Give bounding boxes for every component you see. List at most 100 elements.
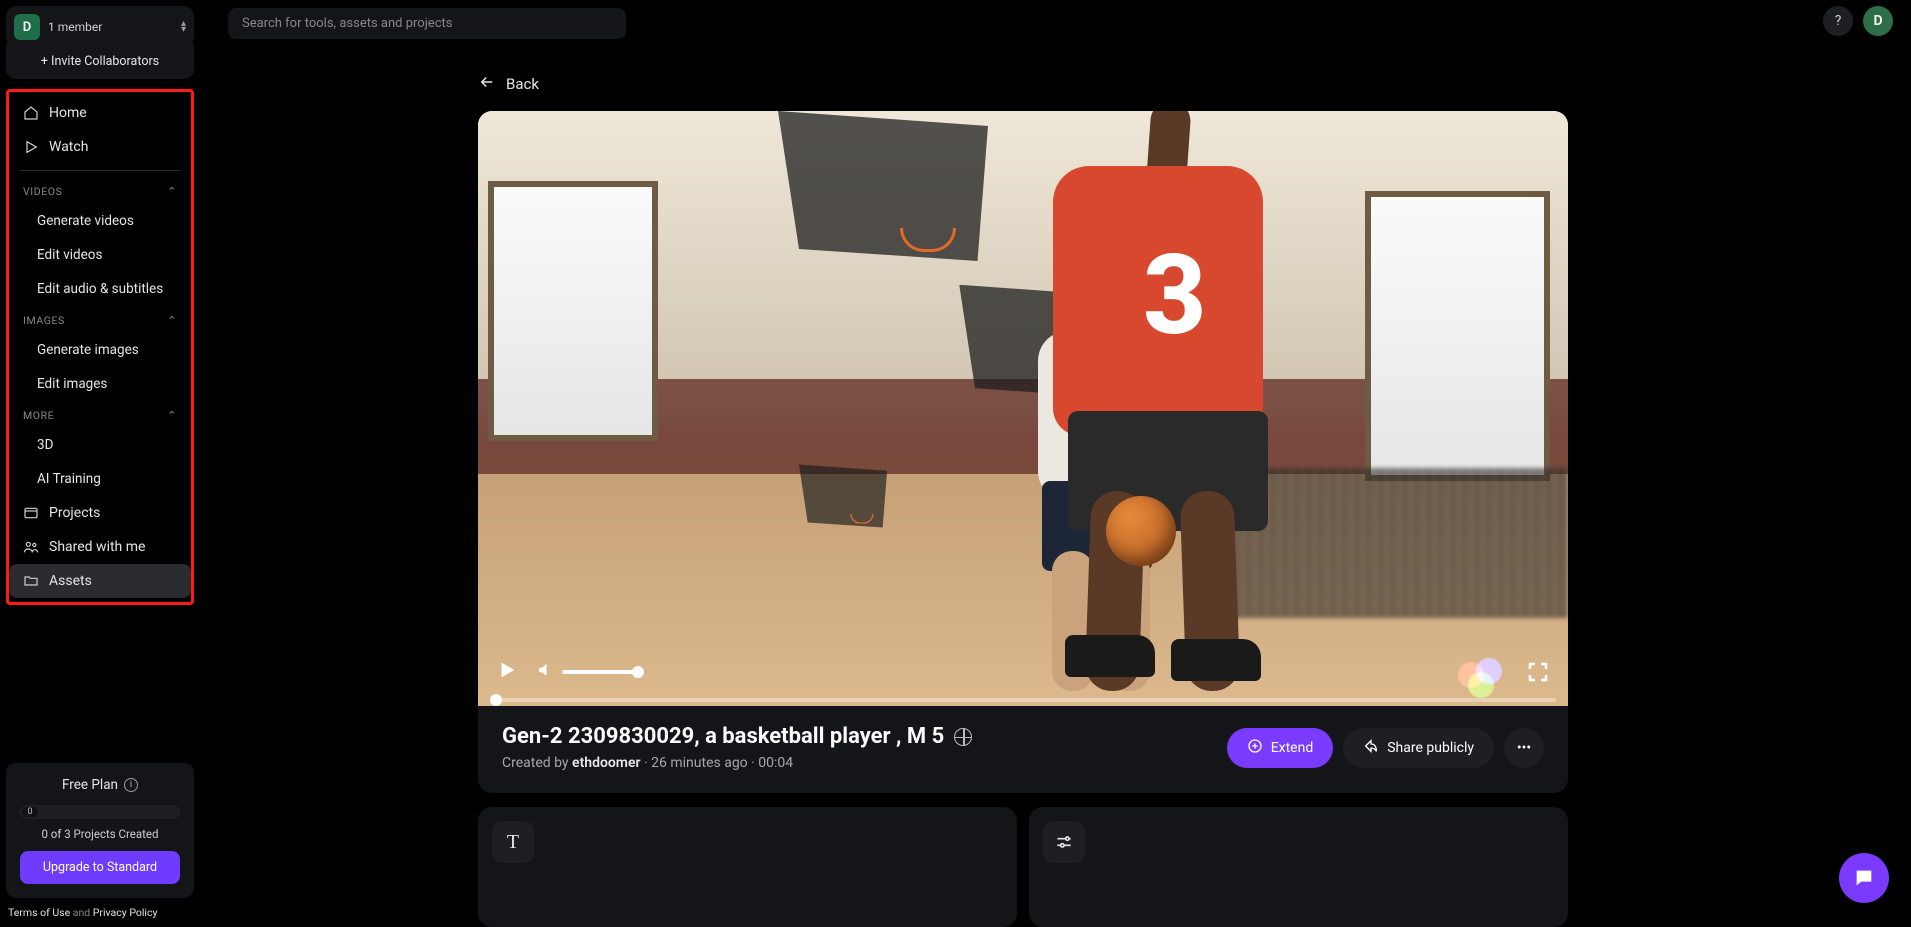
- workspace-avatar: D: [14, 14, 40, 40]
- sidebar-item-label: Shared with me: [49, 539, 145, 555]
- section-header-videos[interactable]: VIDEOS ⌃: [9, 177, 191, 204]
- sliders-icon: [1043, 821, 1085, 863]
- panel-text[interactable]: T: [478, 807, 1017, 927]
- scene-player-fg: 3: [993, 111, 1353, 671]
- info-icon[interactable]: i: [124, 778, 138, 792]
- sidebar-item-assets[interactable]: Assets: [9, 564, 191, 598]
- more-button[interactable]: •••: [1504, 728, 1544, 768]
- share-icon: [1363, 738, 1379, 758]
- plan-card: Free Plan i 0 0 of 3 Projects Created Up…: [6, 763, 194, 898]
- sep: ·: [748, 755, 759, 771]
- extend-icon: [1247, 738, 1263, 758]
- chevron-up-icon: ⌃: [167, 314, 177, 327]
- asset-title-text: Gen-2 2309830029, a basketball player , …: [502, 724, 944, 749]
- sidebar-item-label: Edit audio & subtitles: [37, 281, 163, 297]
- scene-hoop: [799, 465, 887, 528]
- video-player[interactable]: 3: [478, 111, 1568, 706]
- asset-author[interactable]: ethdoomer: [572, 755, 641, 771]
- sidebar-nav-highlight: Home Watch VIDEOS ⌃ Generate videos Edit…: [6, 89, 194, 605]
- runway-logo-icon: [1456, 650, 1500, 694]
- sidebar-item-label: Edit videos: [37, 247, 102, 263]
- workspace-switcher[interactable]: D 1 member ▴▾: [6, 6, 194, 48]
- legal-and: and: [70, 906, 93, 919]
- search-placeholder-text: Search for tools, assets and projects: [242, 16, 452, 31]
- created-prefix: Created by: [502, 755, 572, 771]
- section-title: MORE: [23, 409, 54, 422]
- help-button[interactable]: ?: [1823, 6, 1853, 36]
- sep: ·: [641, 755, 652, 771]
- home-icon: [23, 105, 39, 121]
- back-button[interactable]: Back: [478, 73, 1568, 95]
- sidebar-item-edit-images[interactable]: Edit images: [9, 367, 191, 401]
- sidebar-item-watch[interactable]: Watch: [9, 130, 191, 164]
- sidebar-item-projects[interactable]: Projects: [9, 496, 191, 530]
- sidebar-item-label: Generate images: [37, 342, 139, 358]
- sidebar-item-generate-images[interactable]: Generate images: [9, 333, 191, 367]
- projects-icon: [23, 505, 39, 521]
- search-input[interactable]: Search for tools, assets and projects: [228, 8, 626, 39]
- jersey-number: 3: [1143, 231, 1200, 360]
- sidebar-item-label: 3D: [37, 437, 53, 453]
- plan-title-row: Free Plan i: [20, 777, 180, 793]
- dots-icon: •••: [1517, 740, 1531, 756]
- volume-control[interactable]: [536, 661, 638, 683]
- sidebar-item-label: Watch: [49, 139, 88, 155]
- divider: [19, 170, 181, 171]
- sidebar-item-label: AI Training: [37, 471, 101, 487]
- section-header-images[interactable]: IMAGES ⌃: [9, 306, 191, 333]
- globe-icon: [954, 728, 972, 746]
- chevron-up-icon: ⌃: [167, 409, 177, 422]
- extend-label: Extend: [1271, 740, 1314, 756]
- privacy-link[interactable]: Privacy Policy: [93, 906, 158, 919]
- sidebar-item-label: Generate videos: [37, 213, 134, 229]
- folder-icon: [23, 573, 39, 589]
- legal-links: Terms of Use and Privacy Policy: [6, 898, 194, 919]
- user-avatar[interactable]: D: [1863, 6, 1893, 36]
- section-header-more[interactable]: MORE ⌃: [9, 401, 191, 428]
- sidebar-item-ai-training[interactable]: AI Training: [9, 462, 191, 496]
- terms-link[interactable]: Terms of Use: [8, 906, 70, 919]
- sidebar-item-edit-audio-subtitles[interactable]: Edit audio & subtitles: [9, 272, 191, 306]
- people-icon: [23, 539, 39, 555]
- panel-settings[interactable]: [1029, 807, 1568, 927]
- asset-title: Gen-2 2309830029, a basketball player , …: [502, 724, 972, 749]
- sidebar-item-label: Projects: [49, 505, 100, 521]
- back-label: Back: [506, 75, 539, 93]
- invite-collaborators[interactable]: + Invite Collaborators: [6, 44, 194, 79]
- asset-age: 26 minutes ago: [651, 755, 748, 771]
- extend-button[interactable]: Extend: [1227, 728, 1334, 768]
- scene-basketball: [1106, 496, 1176, 566]
- arrow-left-icon: [478, 73, 496, 95]
- sidebar-item-3d[interactable]: 3D: [9, 428, 191, 462]
- sidebar-item-shared[interactable]: Shared with me: [9, 530, 191, 564]
- seek-handle[interactable]: [490, 694, 502, 706]
- scene-window: [488, 181, 658, 441]
- asset-duration: 00:04: [758, 755, 793, 771]
- text-glyph: T: [507, 831, 519, 854]
- chevron-up-icon: ⌃: [167, 185, 177, 198]
- play-button[interactable]: [496, 659, 518, 685]
- sidebar-item-home[interactable]: Home: [9, 96, 191, 130]
- share-button[interactable]: Share publicly: [1343, 728, 1494, 768]
- plan-usage-bar: 0: [20, 805, 180, 819]
- sidebar-item-generate-videos[interactable]: Generate videos: [9, 204, 191, 238]
- seek-bar[interactable]: [490, 698, 1556, 702]
- share-label: Share publicly: [1387, 740, 1474, 756]
- video-controls: [478, 640, 1568, 706]
- volume-slider[interactable]: [562, 670, 638, 674]
- upgrade-button[interactable]: Upgrade to Standard: [20, 851, 180, 884]
- updown-icon[interactable]: ▴▾: [181, 21, 186, 33]
- chat-fab[interactable]: [1839, 853, 1889, 903]
- plan-projects-text: 0 of 3 Projects Created: [20, 827, 180, 841]
- section-title: IMAGES: [23, 314, 65, 327]
- fullscreen-button[interactable]: [1526, 660, 1550, 684]
- sidebar-item-label: Edit images: [37, 376, 107, 392]
- section-title: VIDEOS: [23, 185, 62, 198]
- sidebar-item-label: Home: [49, 105, 87, 121]
- play-outline-icon: [23, 139, 39, 155]
- sidebar-item-edit-videos[interactable]: Edit videos: [9, 238, 191, 272]
- volume-knob[interactable]: [632, 666, 644, 678]
- workspace-members: 1 member: [48, 20, 102, 34]
- scene-hoop: [778, 111, 988, 261]
- sidebar-item-label: Assets: [49, 573, 92, 589]
